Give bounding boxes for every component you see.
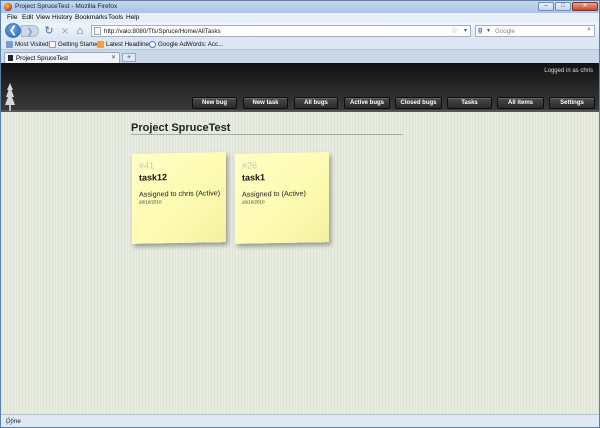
all-bugs-button[interactable]: All bugs xyxy=(294,97,338,109)
task-title[interactable]: task1 xyxy=(242,172,265,182)
menu-bar: File Edit View History Bookmarks Tools H… xyxy=(1,13,599,23)
task-card[interactable]: #26 task1 Assigned to (Active) 26/10/201… xyxy=(235,152,329,244)
bookmark-getting-started[interactable]: Getting Started xyxy=(58,41,100,48)
stop-icon[interactable]: ✕ xyxy=(59,24,71,38)
home-icon[interactable]: ⌂ xyxy=(74,24,86,38)
settings-button[interactable]: Settings xyxy=(549,97,595,109)
resize-grip-icon[interactable] xyxy=(6,417,14,425)
minimize-button[interactable]: – xyxy=(538,2,554,11)
task-assignment: Assigned to chris (Active) xyxy=(139,188,221,199)
rss-icon xyxy=(97,41,104,48)
search-box[interactable]: g ▾ Google ⌕ xyxy=(475,25,595,37)
new-task-button[interactable]: New task xyxy=(243,97,288,109)
page-content: Logged in as chris New bug New task All … xyxy=(1,63,599,414)
window-title: Project SpruceTest - Mozilla Firefox xyxy=(15,3,118,10)
tab-favicon xyxy=(8,55,13,61)
task-number[interactable]: #26 xyxy=(242,160,257,170)
browser-window: Project SpruceTest - Mozilla Firefox – □… xyxy=(0,0,600,428)
page-title: Project SpruceTest xyxy=(131,122,231,134)
spruce-tree-logo xyxy=(5,83,15,111)
tasks-button[interactable]: Tasks xyxy=(447,97,492,109)
new-bug-button[interactable]: New bug xyxy=(192,97,237,109)
firefox-icon xyxy=(4,3,12,11)
menu-history[interactable]: History xyxy=(52,14,72,21)
search-icon[interactable]: ⌕ xyxy=(587,26,591,34)
page-icon xyxy=(49,41,56,48)
bookmarks-toolbar: Most Visited Getting Started Latest Head… xyxy=(1,39,599,50)
tab-project-sprucetest[interactable]: Project SpruceTest ✕ xyxy=(4,52,120,63)
address-bar[interactable]: http://vaio:8080/Tfs/Spruce/Home/AllTask… xyxy=(91,25,471,37)
all-items-button[interactable]: All items xyxy=(497,97,544,109)
tab-label: Project SpruceTest xyxy=(16,54,68,62)
task-date: 28/10/2010 xyxy=(139,199,162,205)
close-window-button[interactable]: ✕ xyxy=(572,2,598,11)
search-engine-dropdown-icon[interactable]: ▾ xyxy=(487,27,490,34)
tab-bar: Project SpruceTest ✕ + xyxy=(1,50,599,63)
maximize-button[interactable]: □ xyxy=(555,2,571,11)
back-button[interactable]: ❮ xyxy=(5,23,21,38)
task-date: 26/10/2010 xyxy=(242,199,265,205)
bookmark-google-adwords[interactable]: Google AdWords: Acc... xyxy=(158,41,223,48)
navigation-toolbar: ❮ ❯ ↻ ✕ ⌂ http://vaio:8080/Tfs/Spruce/Ho… xyxy=(1,23,599,39)
url-dropdown-icon[interactable]: ▾ xyxy=(464,27,467,34)
status-bar: Done xyxy=(1,414,599,427)
menu-file[interactable]: File xyxy=(7,14,17,21)
url-text[interactable]: http://vaio:8080/Tfs/Spruce/Home/AllTask… xyxy=(104,28,221,35)
task-title[interactable]: task12 xyxy=(139,172,167,182)
title-bar: Project SpruceTest - Mozilla Firefox – □… xyxy=(1,1,599,13)
login-status: Logged in as chris xyxy=(544,68,593,74)
menu-bookmarks[interactable]: Bookmarks xyxy=(75,14,108,21)
bookmark-latest-headlines[interactable]: Latest Headlines xyxy=(106,41,152,48)
most-visited-icon xyxy=(6,41,13,48)
task-assignment: Assigned to (Active) xyxy=(242,188,306,199)
site-header: Logged in as chris New bug New task All … xyxy=(1,63,599,112)
forward-button[interactable]: ❯ xyxy=(21,25,39,37)
menu-view[interactable]: View xyxy=(36,14,50,21)
active-bugs-button[interactable]: Active bugs xyxy=(344,97,390,109)
tab-close-icon[interactable]: ✕ xyxy=(111,54,116,61)
google-bookmark-icon xyxy=(149,41,156,48)
search-input[interactable]: Google xyxy=(495,28,515,35)
task-number[interactable]: #41 xyxy=(139,160,154,170)
bookmark-star-icon[interactable]: ☆ xyxy=(451,26,458,35)
title-divider xyxy=(131,134,403,135)
bookmark-most-visited[interactable]: Most Visited xyxy=(15,41,49,48)
menu-help[interactable]: Help xyxy=(126,14,139,21)
menu-edit[interactable]: Edit xyxy=(22,14,33,21)
google-icon[interactable]: g xyxy=(478,27,482,34)
closed-bugs-button[interactable]: Closed bugs xyxy=(395,97,442,109)
reload-icon[interactable]: ↻ xyxy=(43,24,55,38)
new-tab-button[interactable]: + xyxy=(122,53,136,62)
task-card[interactable]: #41 task12 Assigned to chris (Active) 28… xyxy=(132,152,226,244)
site-identity-icon[interactable] xyxy=(94,27,101,35)
menu-tools[interactable]: Tools xyxy=(108,14,123,21)
